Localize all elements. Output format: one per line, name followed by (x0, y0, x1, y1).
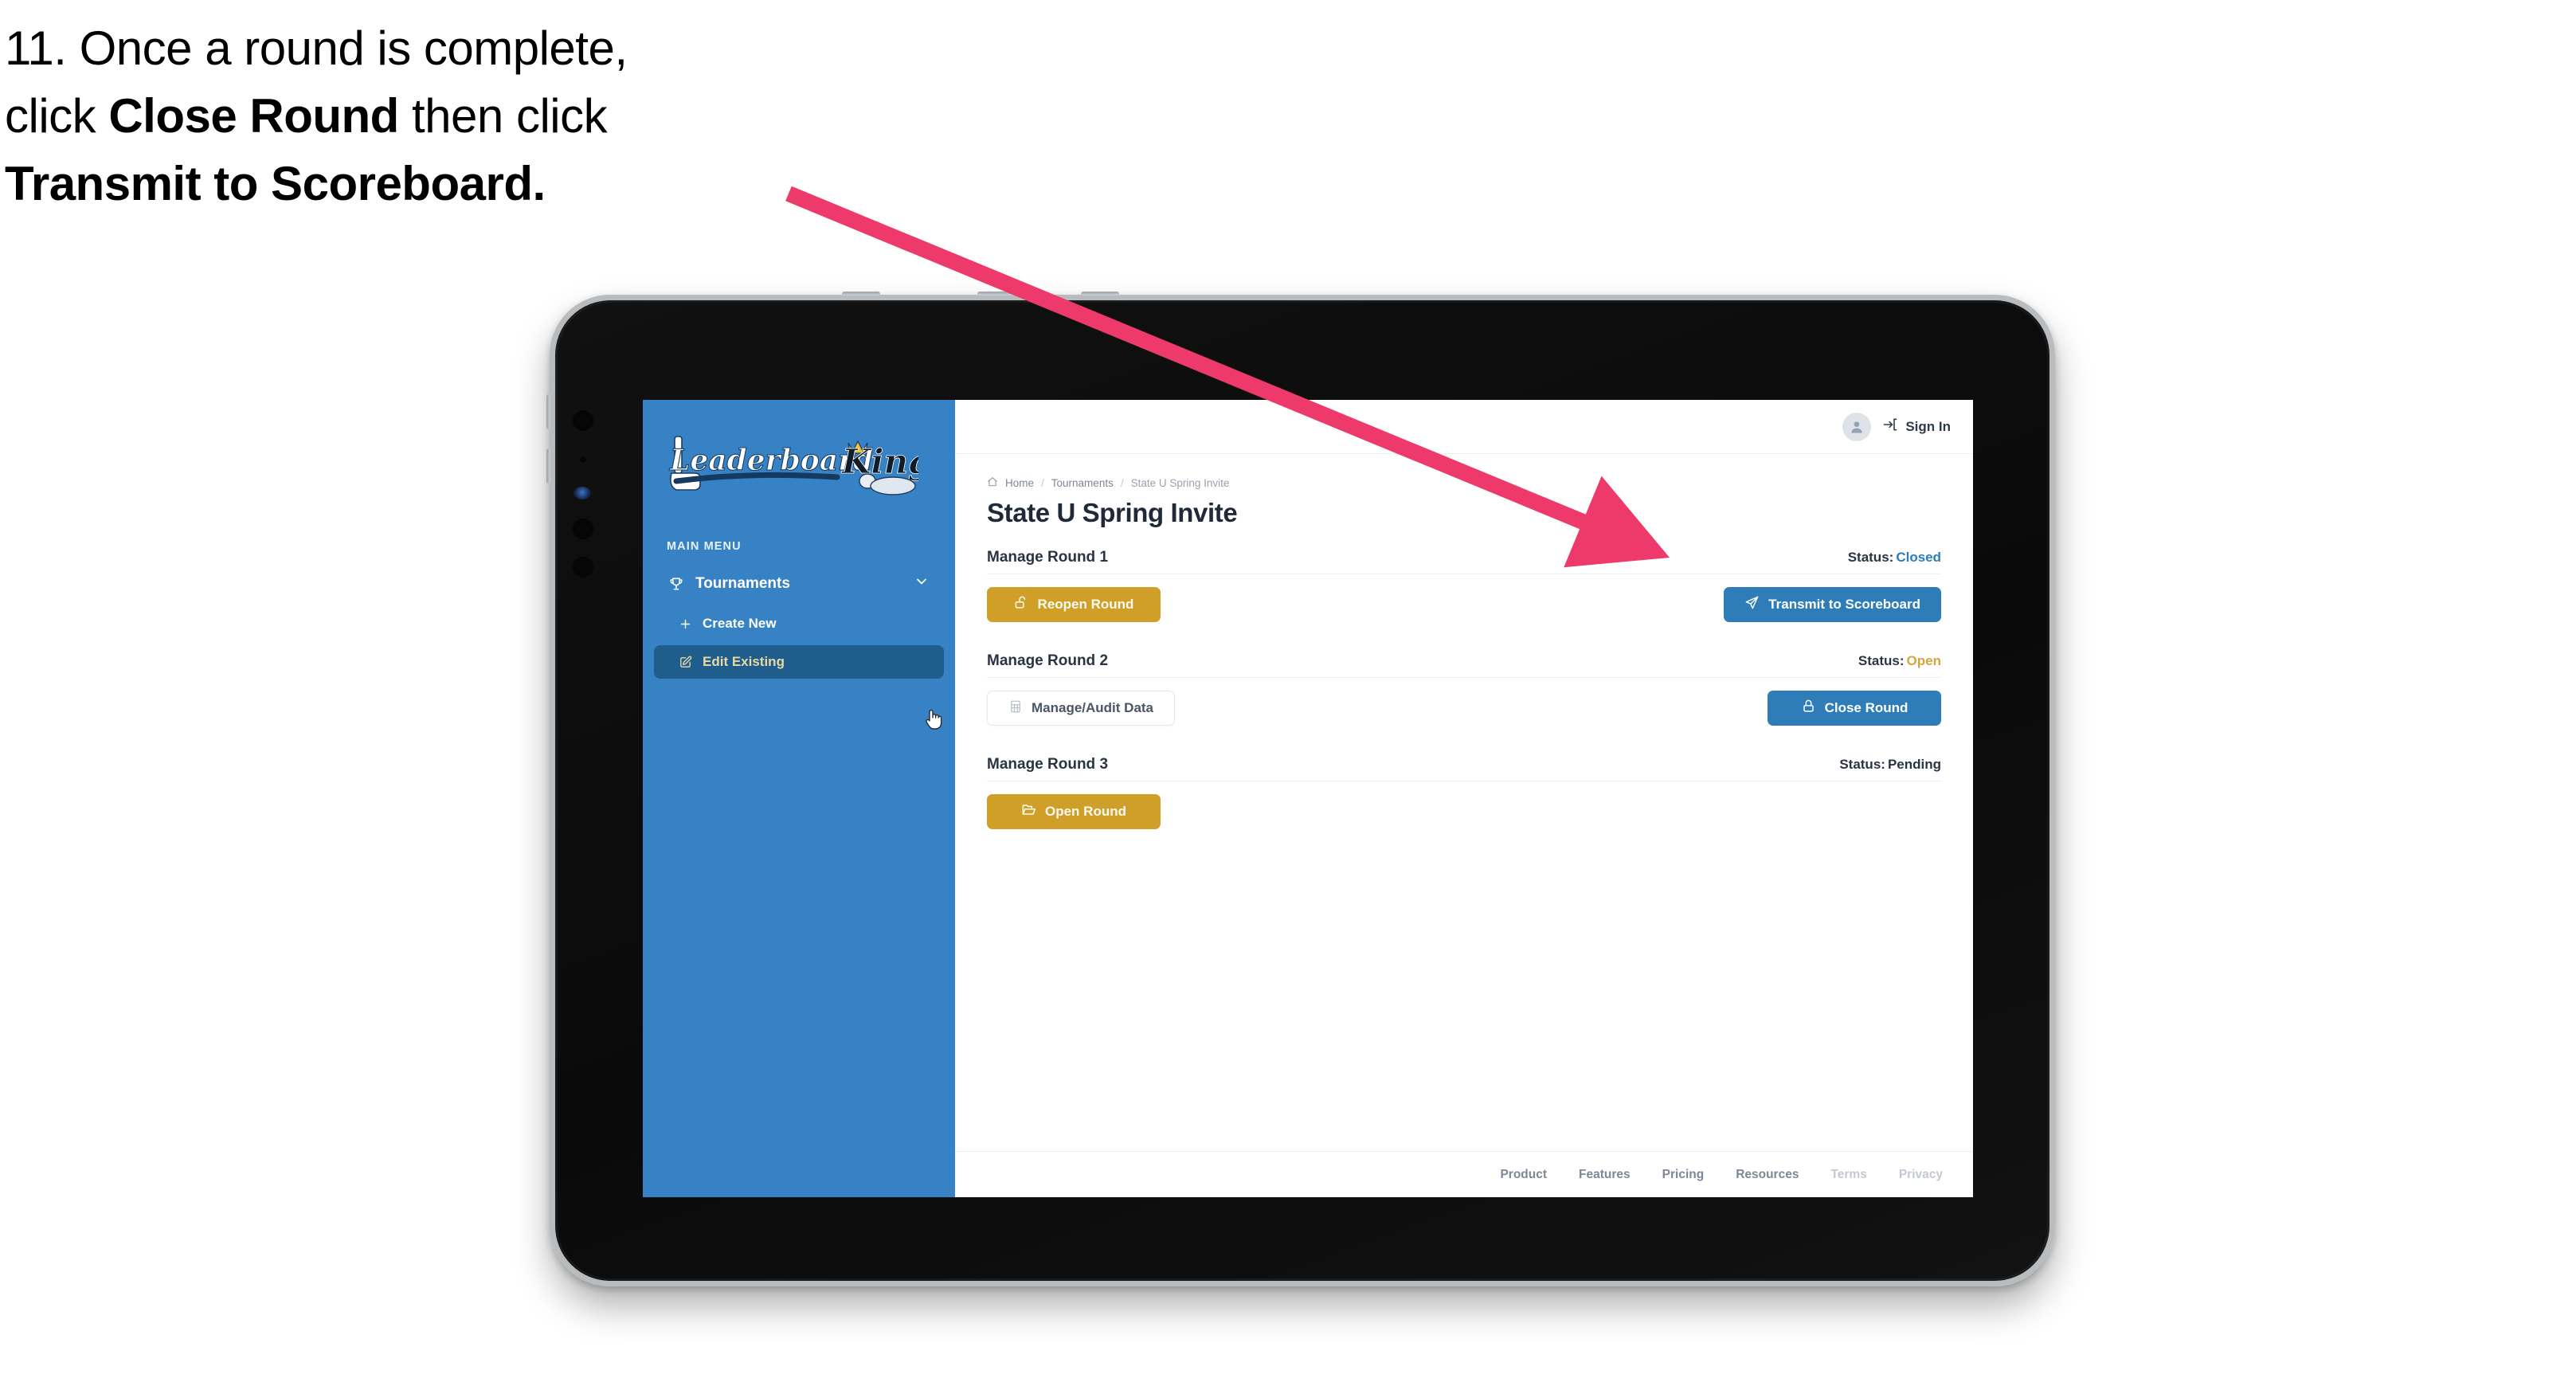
sidebar-item-create-new[interactable]: Create New (654, 607, 944, 640)
transmit-to-scoreboard-button[interactable]: Transmit to Scoreboard (1724, 587, 1941, 622)
round-2-actions: Manage/Audit Data Close Round (987, 691, 1941, 726)
tablet-sensor-dot-1 (573, 410, 593, 431)
caption-line-3: Transmit to Scoreboard. (5, 150, 865, 217)
trophy-icon (665, 574, 687, 593)
sidebar-section-label: MAIN MENU (667, 540, 742, 553)
footer-link-features[interactable]: Features (1579, 1168, 1631, 1182)
round-1-status-label: Status: (1847, 550, 1894, 565)
tablet-top-button-1[interactable] (842, 292, 880, 296)
tablet-front-camera-icon (574, 487, 591, 499)
breadcrumb-separator-1: / (1041, 477, 1044, 489)
tablet-device-frame: Leaderboard King MAIN MENU (546, 292, 2055, 1286)
footer-link-resources[interactable]: Resources (1736, 1168, 1799, 1182)
round-1-header: Manage Round 1 Status: Closed (987, 549, 1941, 574)
instruction-caption: 11. Once a round is complete, click Clos… (5, 14, 865, 218)
round-1-status-value: Closed (1896, 550, 1941, 565)
tablet-top-button-3[interactable] (1081, 292, 1119, 296)
sign-in-arrow-icon (1882, 417, 1898, 437)
footer: Product Features Pricing Resources Terms… (955, 1151, 1973, 1197)
tablet-sensor-dot-3 (573, 519, 593, 539)
home-icon[interactable] (987, 476, 998, 490)
footer-link-pricing[interactable]: Pricing (1662, 1168, 1705, 1182)
caption-transmit-bold: Transmit to Scoreboard. (5, 157, 546, 211)
round-1-name: Manage Round 1 (987, 549, 1109, 566)
main-content: Sign In Home / Tournaments / State U Spr… (955, 400, 1973, 1197)
caption-line-1: 11. Once a round is complete, (5, 14, 865, 82)
reopen-round-label: Reopen Round (1037, 597, 1134, 612)
sidebar-item-tournaments-label: Tournaments (695, 575, 790, 592)
close-round-label: Close Round (1824, 700, 1909, 715)
breadcrumb-home[interactable]: Home (1005, 477, 1034, 489)
page-title: State U Spring Invite (987, 498, 1238, 527)
round-3-status: Status: Pending (1839, 757, 1941, 773)
caption-line-2-suffix: then click (398, 89, 608, 143)
manage-audit-data-button[interactable]: Manage/Audit Data (987, 691, 1176, 726)
unlock-icon (1014, 595, 1029, 614)
round-1-actions: Reopen Round Transmit to Scoreboard (987, 587, 1941, 622)
round-2-name: Manage Round 2 (987, 652, 1109, 669)
folder-open-icon (1021, 802, 1036, 821)
footer-link-privacy[interactable]: Privacy (1899, 1168, 1943, 1182)
tablet-sensor-dot-4 (573, 557, 593, 578)
caption-close-round-bold: Close Round (108, 89, 399, 143)
tablet-volume-up-button[interactable] (546, 394, 550, 429)
round-2-header: Manage Round 2 Status: Open (987, 652, 1941, 678)
round-3-name: Manage Round 3 (987, 756, 1109, 773)
leaderboard-king-logo-icon: Leaderboard King (668, 436, 932, 495)
breadcrumb-current: State U Spring Invite (1130, 477, 1230, 489)
round-2-status: Status: Open (1858, 653, 1941, 669)
round-3-actions: Open Round (987, 794, 1941, 829)
sidebar-item-edit-existing[interactable]: Edit Existing (654, 645, 944, 679)
caption-line-1-text: 11. Once a round is complete, (5, 22, 628, 75)
reopen-round-button[interactable]: Reopen Round (987, 587, 1161, 622)
open-round-button[interactable]: Open Round (987, 794, 1161, 829)
breadcrumb-tournaments[interactable]: Tournaments (1051, 477, 1114, 489)
round-block-1: Manage Round 1 Status: Closed Reopen Rou… (987, 549, 1941, 622)
pencil-square-icon (675, 653, 695, 671)
table-grid-icon (1008, 699, 1023, 718)
round-3-header: Manage Round 3 Status: Pending (987, 756, 1941, 781)
sidebar-item-tournaments[interactable]: Tournaments (654, 566, 944, 602)
lock-icon (1801, 699, 1816, 718)
footer-link-terms[interactable]: Terms (1830, 1168, 1866, 1182)
sign-in-button[interactable]: Sign In (1882, 417, 1951, 437)
caption-line-2: click Close Round then click (5, 82, 865, 150)
paper-plane-icon (1744, 595, 1760, 614)
tablet-volume-down-button[interactable] (546, 448, 550, 484)
round-2-status-value: Open (1906, 653, 1941, 668)
pointing-hand-cursor (923, 707, 944, 730)
round-2-status-label: Status: (1858, 653, 1905, 668)
breadcrumb-separator-2: / (1120, 477, 1124, 489)
round-3-status-value: Pending (1887, 757, 1941, 772)
close-round-button[interactable]: Close Round (1768, 691, 1941, 726)
tablet-top-button-2[interactable] (977, 292, 1016, 296)
sign-in-label: Sign In (1905, 418, 1951, 434)
tablet-sensor-dot-2 (580, 456, 586, 463)
sidebar: Leaderboard King MAIN MENU (643, 400, 955, 1197)
avatar[interactable] (1842, 412, 1872, 441)
sidebar-item-create-new-label: Create New (703, 616, 777, 631)
round-block-2: Manage Round 2 Status: Open Manage/Audit… (987, 652, 1941, 726)
chevron-down-icon[interactable] (914, 574, 930, 594)
transmit-to-scoreboard-label: Transmit to Scoreboard (1768, 597, 1920, 612)
footer-link-product[interactable]: Product (1500, 1168, 1547, 1182)
svg-text:King: King (841, 442, 918, 481)
app-logo[interactable]: Leaderboard King (664, 432, 932, 505)
top-bar: Sign In (955, 400, 1973, 454)
round-1-status: Status: Closed (1848, 550, 1941, 566)
breadcrumb: Home / Tournaments / State U Spring Invi… (987, 476, 1941, 490)
tablet-screen: Leaderboard King MAIN MENU (643, 400, 1973, 1197)
plus-icon (675, 615, 695, 632)
caption-line-2-prefix: click (5, 89, 109, 143)
sidebar-item-edit-existing-label: Edit Existing (703, 654, 785, 669)
open-round-label: Open Round (1045, 804, 1126, 819)
manage-audit-data-label: Manage/Audit Data (1032, 700, 1154, 715)
page-content: Home / Tournaments / State U Spring Invi… (955, 454, 1973, 1151)
round-3-status-label: Status: (1839, 757, 1885, 772)
round-block-3: Manage Round 3 Status: Pending Open Roun… (987, 756, 1941, 829)
